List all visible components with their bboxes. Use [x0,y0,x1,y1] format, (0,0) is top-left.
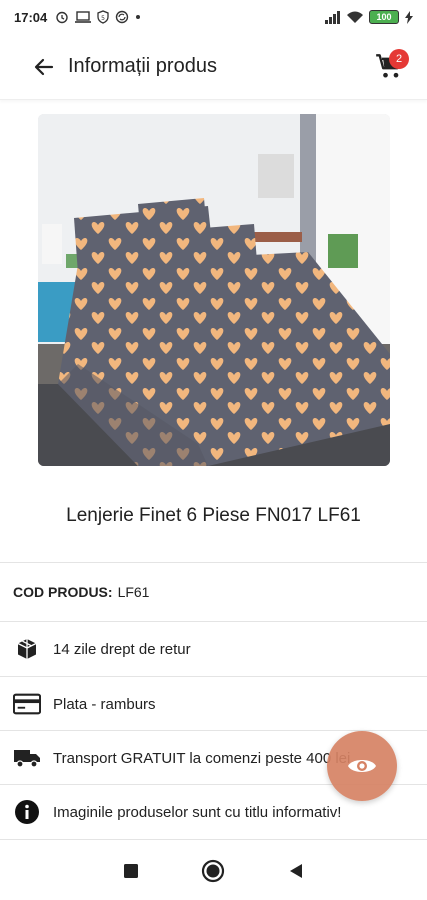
cart-count-badge: 2 [389,48,409,69]
recents-button[interactable] [116,856,146,886]
info-text-returns: 14 zile drept de retur [53,640,191,658]
shield-icon: 5 [97,10,109,24]
wifi-icon [347,11,363,24]
info-row-payment: Plata - ramburs [0,677,427,731]
product-code-row: COD PRODUS: LF61 [0,563,427,621]
status-icons-right: 100 [325,10,413,24]
laptop-icon [75,10,92,24]
status-time: 17:04 [14,9,48,25]
battery-level: 100 [369,10,399,24]
product-image[interactable] [38,114,390,466]
info-icon [13,798,41,826]
page-title: Informații produs [68,55,217,77]
info-text-disclaimer: Imaginile produselor sunt cu titlu infor… [53,803,342,821]
status-bar: 17:04 5 100 [0,0,427,34]
signal-icon [325,10,341,24]
alarm-icon [55,10,69,24]
circle-icon [202,859,225,883]
info-text-payment: Plata - ramburs [53,695,156,713]
box-icon [13,635,41,663]
status-icons-left: 5 [55,10,141,24]
svg-text:5: 5 [101,15,105,22]
product-code-label: COD PRODUS: [13,584,113,600]
info-text-shipping: Transport GRATUIT la comenzi peste 400 l… [53,749,351,767]
home-button[interactable] [198,856,228,886]
square-icon [124,864,139,878]
product-photo [38,114,390,466]
divider [0,839,427,840]
truck-icon [13,744,41,772]
product-code-value: LF61 [117,584,150,600]
product-title: Lenjerie Finet 6 Piese FN017 LF61 [66,505,361,526]
arrow-left-icon [34,58,54,75]
cart-button[interactable]: 2 [369,47,409,87]
triangle-back-icon [289,864,302,878]
sync-icon [115,10,129,24]
back-nav-button[interactable] [281,856,311,886]
view-fab-button[interactable] [327,731,397,801]
battery-icon: 100 [369,10,399,24]
back-button[interactable] [28,51,60,83]
app-bar: Informații produs 2 [0,34,427,100]
dot-icon [135,14,141,20]
info-row-returns: 14 zile drept de retur [0,622,427,676]
eye-icon [348,760,376,772]
charging-icon [405,10,413,24]
credit-card-icon [13,690,41,718]
system-nav-bar [0,842,427,900]
